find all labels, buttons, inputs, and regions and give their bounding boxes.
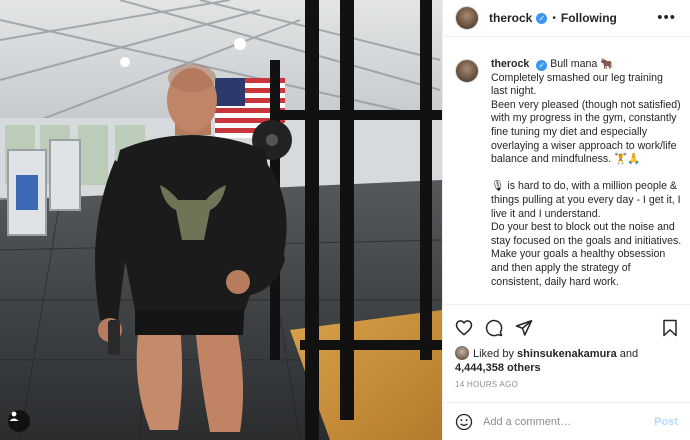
caption-line: Completely smashed our leg training last… bbox=[491, 71, 663, 98]
header-username[interactable]: therock bbox=[489, 11, 532, 25]
following-button[interactable]: Following bbox=[561, 11, 617, 25]
post-comment-button[interactable]: Post bbox=[654, 416, 678, 428]
likes-conjunction: and bbox=[619, 348, 639, 360]
share-icon[interactable] bbox=[515, 319, 533, 336]
caption-line: Been very pleased (though not satisfied)… bbox=[491, 98, 681, 166]
caption-username[interactable]: therock bbox=[491, 58, 529, 70]
comment-bar: Post bbox=[443, 402, 690, 440]
caption-line: Bull mana 🐂 bbox=[550, 58, 614, 70]
heart-icon[interactable] bbox=[455, 319, 473, 336]
likes-summary: Liked by shinsukenakamura and 4,444,358 … bbox=[455, 346, 682, 375]
post-timestamp[interactable]: 14 hours ago bbox=[455, 380, 518, 389]
post-actions bbox=[443, 304, 690, 346]
user-tag-button[interactable] bbox=[8, 410, 30, 432]
user-tag-icon bbox=[9, 411, 19, 421]
verified-badge-icon: ✓ bbox=[536, 60, 548, 72]
verified-badge-icon: ✓ bbox=[536, 12, 548, 24]
emoji-smile-icon[interactable] bbox=[455, 413, 473, 431]
more-options-icon[interactable]: ••• bbox=[657, 10, 676, 25]
gym-photo bbox=[0, 0, 442, 440]
liker-username[interactable]: shinsukenakamura bbox=[517, 348, 617, 360]
caption-area: therock ✓ Bull mana 🐂 Completely smashed… bbox=[443, 38, 690, 304]
caption-line bbox=[491, 167, 682, 181]
post-side-panel: therock ✓ • Following ••• therock ✓ Bull… bbox=[442, 0, 690, 440]
comment-icon[interactable] bbox=[485, 319, 503, 337]
post-header: therock ✓ • Following ••• bbox=[443, 0, 690, 37]
caption-text: therock ✓ Bull mana 🐂 Completely smashed… bbox=[491, 58, 682, 289]
caption-avatar[interactable] bbox=[455, 59, 479, 83]
avatar[interactable] bbox=[455, 6, 479, 30]
bookmark-icon[interactable] bbox=[662, 319, 678, 337]
comment-input[interactable] bbox=[483, 415, 655, 428]
likes-prefix: Liked by bbox=[473, 348, 514, 360]
header-separator: • bbox=[552, 12, 556, 24]
caption-line: 🎙 is hard to do, with a million people &… bbox=[491, 180, 681, 220]
caption-line: Do your best to block out the noise and … bbox=[491, 221, 682, 247]
post-photo[interactable] bbox=[0, 0, 442, 440]
likes-count[interactable]: 4,444,358 others bbox=[455, 362, 541, 374]
liker-avatar[interactable] bbox=[455, 346, 469, 360]
caption-line: Make your goals a healthy obsession and … bbox=[491, 248, 666, 288]
